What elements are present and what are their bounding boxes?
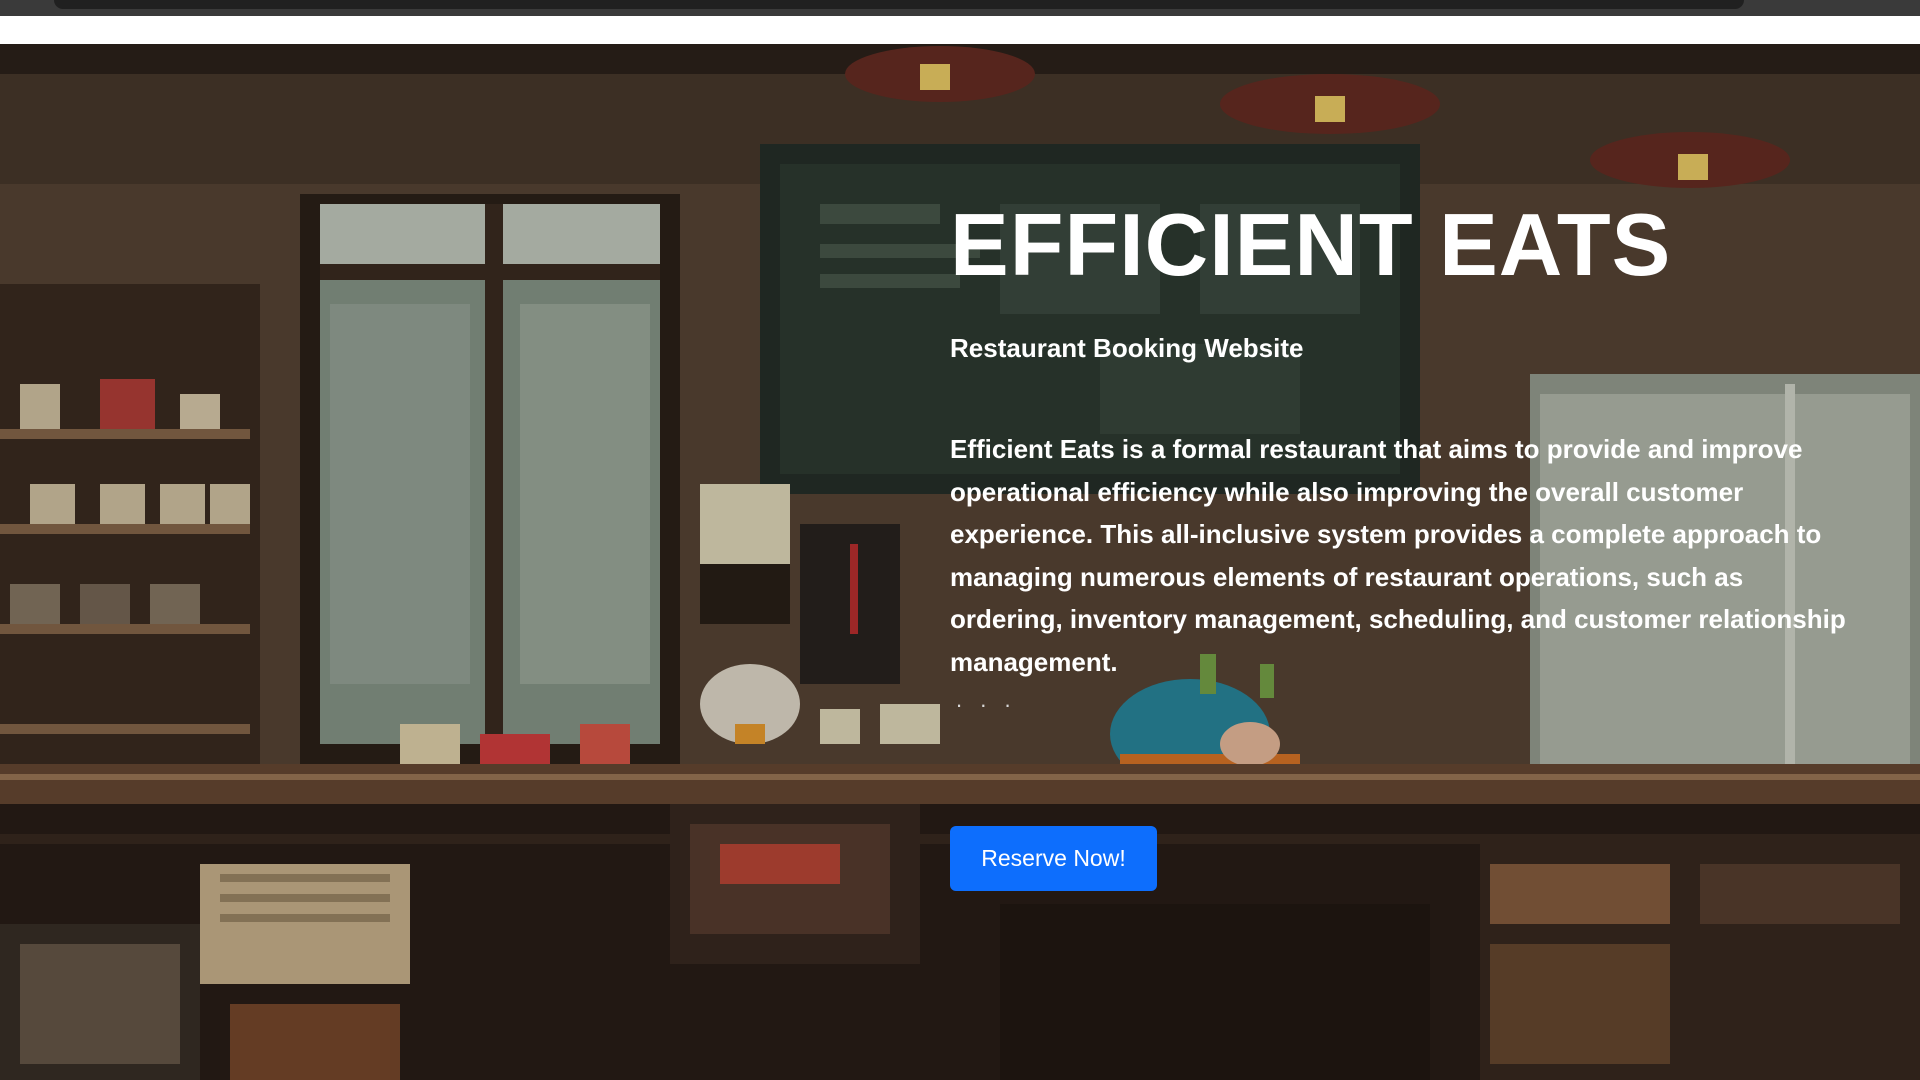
hero-content: EFFICIENT EATS Restaurant Booking Websit… (950, 194, 1870, 891)
hero-title: EFFICIENT EATS (950, 195, 1672, 294)
browser-tab-strip (54, 0, 1744, 9)
hero-section: EFFICIENT EATS Restaurant Booking Websit… (0, 44, 1920, 1080)
more-indicator: . . . (956, 687, 1017, 713)
browser-top-edge (0, 0, 1920, 16)
hero-description: Efficient Eats is a formal restaurant th… (950, 434, 1846, 677)
hero-subtitle: Restaurant Booking Website (950, 333, 1304, 364)
page-top-gap (0, 16, 1920, 44)
reserve-now-button[interactable]: Reserve Now! (950, 826, 1157, 891)
